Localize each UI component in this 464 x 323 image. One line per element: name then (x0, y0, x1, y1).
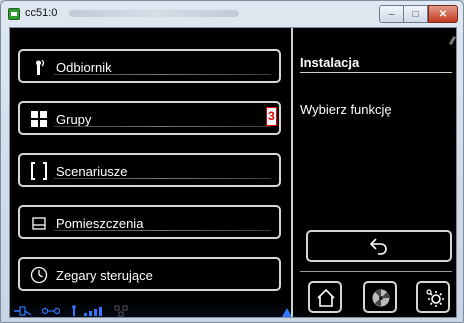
app-window: cc51:0 – □ ✕ Odbiornik Grupy 3 Scenarius… (0, 0, 464, 323)
menu-item-grupy[interactable]: Grupy 3 (18, 101, 281, 135)
side-panel-text: Wybierz funkcję (300, 102, 392, 117)
count-badge: 3 (266, 107, 277, 126)
divider (54, 230, 271, 231)
plug-icon (14, 306, 32, 316)
menu-item-label: Pomieszczenia (56, 216, 144, 231)
fan-icon (372, 289, 390, 307)
side-panel-title: Instalacja (300, 55, 360, 70)
window-title: cc51:0 (25, 7, 58, 19)
clock-icon (30, 266, 48, 284)
menu-item-label: Odbiornik (56, 60, 112, 75)
menu-item-odbiornik[interactable]: Odbiornik (18, 49, 281, 83)
pen-icon (448, 35, 456, 46)
divider (54, 74, 271, 75)
divider (300, 72, 452, 73)
home-button[interactable] (308, 281, 342, 313)
settings-icon (426, 289, 444, 307)
close-button[interactable]: ✕ (428, 5, 458, 23)
network-tree-icon (114, 305, 128, 317)
receiver-icon (36, 59, 45, 75)
back-button[interactable] (306, 230, 452, 262)
back-arrow-icon (369, 238, 387, 255)
menu-item-zegary-sterujace[interactable]: Zegary sterujące (18, 257, 281, 291)
blurred-title-text (69, 10, 239, 17)
divider (54, 126, 271, 127)
panel-divider (291, 28, 293, 317)
menu-item-label: Grupy (56, 112, 92, 127)
status-bar (10, 302, 291, 317)
network-icon (42, 307, 60, 315)
grid-icon (31, 111, 47, 127)
app-icon (8, 8, 20, 20)
minimize-button[interactable]: – (379, 5, 404, 23)
room-icon (32, 217, 46, 230)
menu-item-label: Zegary sterujące (56, 268, 153, 283)
antenna-icon (72, 305, 76, 316)
brackets-icon (31, 162, 47, 180)
menu-item-scenariusze[interactable]: Scenariusze (18, 153, 281, 187)
menu-item-pomieszczenia[interactable]: Pomieszczenia (18, 205, 281, 239)
app-client-area: Odbiornik Grupy 3 Scenariusze Pomieszcze… (9, 27, 457, 318)
maximize-button[interactable]: □ (404, 5, 428, 23)
menu-item-label: Scenariusze (56, 164, 128, 179)
settings-button[interactable] (416, 281, 450, 313)
home-icon (317, 288, 335, 307)
signal-strength-icon (84, 307, 102, 316)
divider (300, 271, 452, 272)
divider (54, 178, 271, 179)
fan-button[interactable] (363, 281, 397, 313)
title-bar[interactable]: cc51:0 – □ ✕ (1, 1, 463, 27)
